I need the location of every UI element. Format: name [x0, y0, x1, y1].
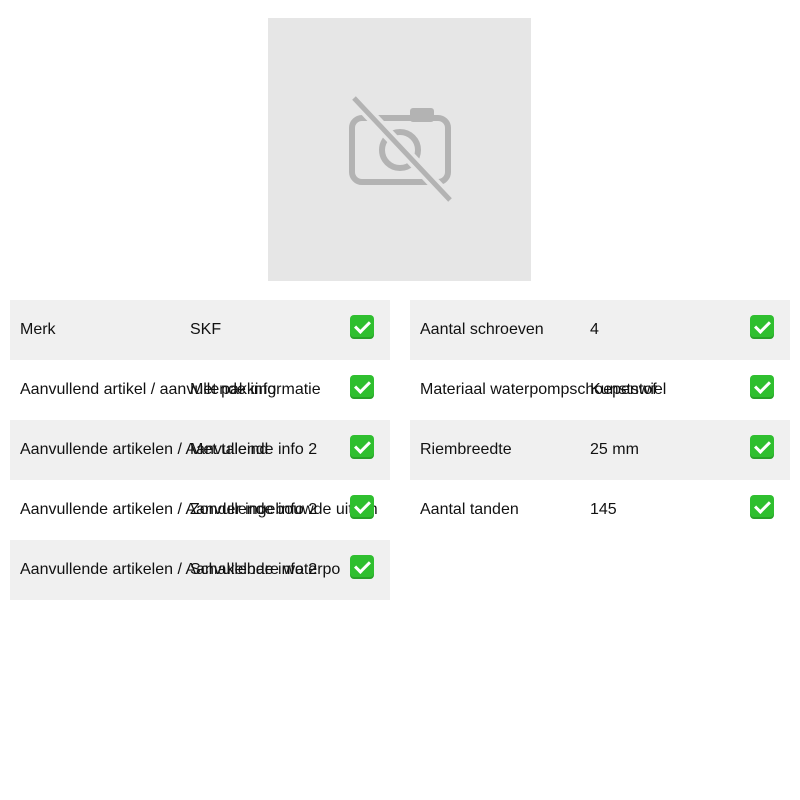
spec-row: Aanvullende artikelen / Aanvullende info…	[10, 420, 390, 480]
check-icon	[750, 435, 774, 459]
spec-label: Riembreedte	[420, 441, 512, 458]
check-icon	[350, 495, 374, 519]
check-icon	[350, 555, 374, 579]
check-icon	[350, 375, 374, 399]
specs-table-right: Aantal schroeven 4 Materiaal waterpompsc…	[410, 300, 790, 540]
check-icon	[350, 315, 374, 339]
check-icon	[750, 315, 774, 339]
spec-row: Aantal tanden 145	[410, 480, 790, 540]
check-icon	[750, 495, 774, 519]
spec-label: Aantal tanden	[420, 501, 519, 518]
specs-table-left: Merk SKF Aanvullend artikel / aanvullend…	[10, 300, 390, 600]
no-camera-icon	[348, 95, 454, 204]
spec-label: Merk	[20, 321, 56, 338]
spec-row: Materiaal waterpompschoepenwiel Kunststo…	[410, 360, 790, 420]
check-icon	[350, 435, 374, 459]
spec-value: Met pakking	[190, 381, 277, 398]
spec-row: Riembreedte 25 mm	[410, 420, 790, 480]
spec-value: Kunststof	[590, 381, 657, 398]
spec-row: Merk SKF	[10, 300, 390, 360]
check-icon	[750, 375, 774, 399]
spec-row: Aanvullend artikel / aanvullende informa…	[10, 360, 390, 420]
spec-value: Met taleind	[190, 441, 269, 458]
spec-label: Aantal schroeven	[420, 321, 544, 338]
product-image-placeholder	[268, 18, 531, 281]
spec-row: Aanvullende artikelen / Aanvullende info…	[10, 540, 390, 600]
spec-value: Schakelbare waterpo	[190, 561, 341, 578]
spec-row: Aanvullende artikelen / Aanvullende info…	[10, 480, 390, 540]
spec-label: Aanvullende artikelen / Aanvullende info…	[20, 441, 318, 458]
spec-row: Aantal schroeven 4	[410, 300, 790, 360]
spec-value: 25 mm	[590, 441, 639, 458]
spec-value: 145	[590, 501, 617, 518]
spec-value: SKF	[190, 321, 222, 338]
spec-value: 4	[590, 321, 599, 338]
